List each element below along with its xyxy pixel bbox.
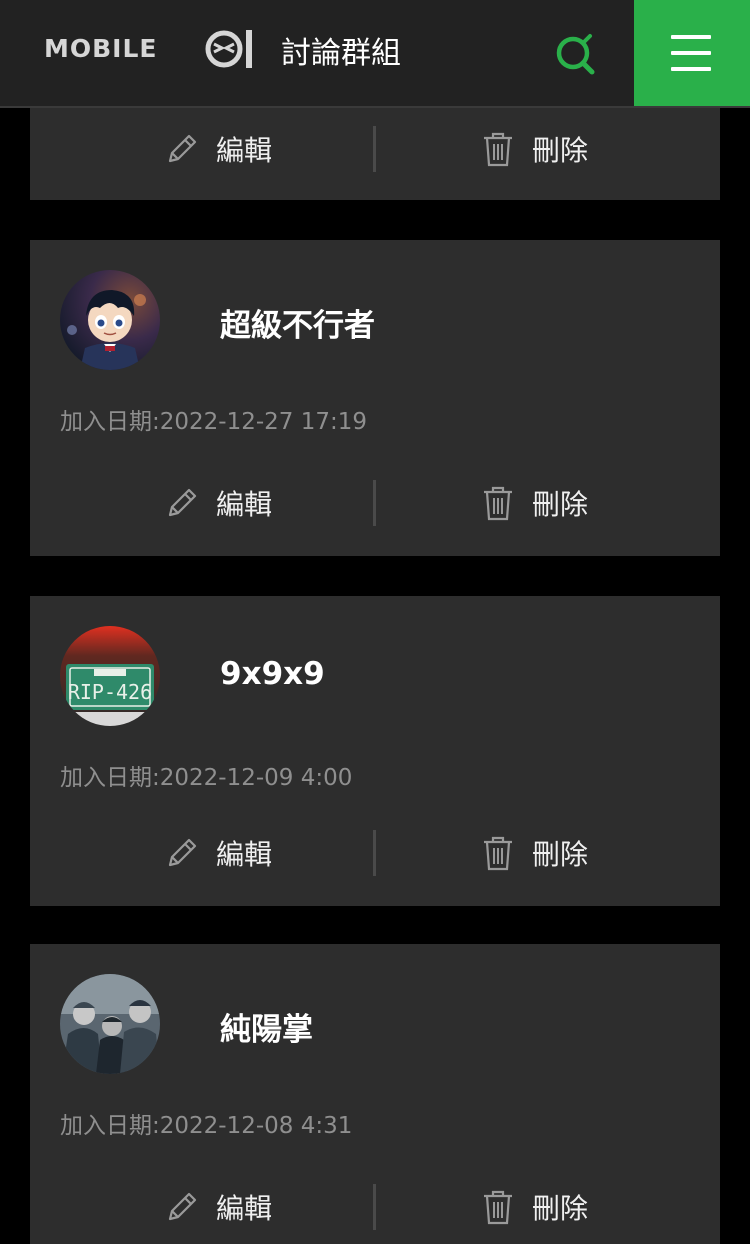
trash-icon — [484, 486, 512, 521]
join-date: 加入日期:2022-12-08 4:31 — [60, 1113, 353, 1139]
pencil-icon — [168, 838, 197, 867]
trash-icon — [484, 132, 512, 167]
edit-button[interactable]: 編輯 — [162, 124, 272, 174]
action-divider — [373, 830, 376, 876]
delete-label: 刪除 — [532, 1192, 589, 1225]
card-actions: 編輯 刪除 — [30, 124, 720, 174]
edit-label: 編輯 — [216, 488, 273, 521]
edit-label: 編輯 — [216, 134, 273, 167]
logo-01-mark-icon — [205, 30, 252, 68]
edit-label: 編輯 — [216, 838, 273, 871]
trash-icon — [484, 836, 512, 871]
card-actions: 編輯 刪除 — [30, 828, 720, 878]
delete-label: 刪除 — [532, 488, 589, 521]
member-name: 超級不行者 — [220, 308, 375, 344]
trash-icon — [484, 1190, 512, 1225]
logo-wordmark: MOBILE — [44, 34, 158, 63]
action-divider — [373, 1184, 376, 1230]
action-divider — [373, 480, 376, 526]
card-actions: 編輯 刪除 — [30, 1182, 720, 1232]
avatar[interactable] — [60, 270, 160, 370]
mobile01-logo[interactable]: MOBILE — [44, 26, 256, 72]
delete-button[interactable]: 刪除 — [478, 478, 588, 528]
delete-button[interactable]: 刪除 — [478, 1182, 588, 1232]
edit-button[interactable]: 編輯 — [162, 828, 272, 878]
member-name: 9x9x9 — [220, 656, 325, 692]
edit-button[interactable]: 編輯 — [162, 478, 272, 528]
page-title: 討論群組 — [281, 36, 401, 71]
delete-button[interactable]: 刪除 — [478, 828, 588, 878]
delete-label: 刪除 — [532, 134, 589, 167]
hamburger-line-icon — [671, 67, 711, 71]
avatar-image — [60, 270, 160, 370]
member-card: 超級不行者 加入日期:2022-12-27 17:19 編輯 刪除 — [30, 240, 720, 556]
hamburger-line-icon — [671, 51, 711, 55]
edit-label: 編輯 — [216, 1192, 273, 1225]
top-nav-bar: MOBILE 討論群組 — [0, 0, 750, 108]
pencil-icon — [168, 488, 197, 517]
avatar[interactable] — [60, 974, 160, 1074]
join-date: 加入日期:2022-12-09 4:00 — [60, 765, 353, 791]
member-card-partial: 編輯 刪除 — [30, 108, 720, 200]
edit-button[interactable]: 編輯 — [162, 1182, 272, 1232]
member-card: 純陽掌 加入日期:2022-12-08 4:31 編輯 刪除 — [30, 944, 720, 1244]
pencil-icon — [168, 134, 197, 163]
delete-button[interactable]: 刪除 — [478, 124, 588, 174]
join-date: 加入日期:2022-12-27 17:19 — [60, 409, 368, 435]
member-name: 純陽掌 — [220, 1012, 313, 1048]
avatar[interactable]: RIP-426 — [60, 626, 160, 726]
avatar-image — [60, 974, 160, 1074]
search-icon — [556, 34, 595, 75]
hamburger-menu-button[interactable] — [634, 0, 750, 106]
member-card: RIP-426 9x9x9 加入日期:2022-12-09 4:00 編輯 刪除 — [30, 596, 720, 906]
avatar-image: RIP-426 — [60, 626, 160, 726]
pencil-icon — [168, 1192, 197, 1221]
action-divider — [373, 126, 376, 172]
svg-text:RIP-426: RIP-426 — [68, 680, 152, 704]
card-actions: 編輯 刪除 — [30, 478, 720, 528]
hamburger-line-icon — [671, 35, 711, 39]
delete-label: 刪除 — [532, 838, 589, 871]
search-button[interactable] — [548, 28, 600, 80]
